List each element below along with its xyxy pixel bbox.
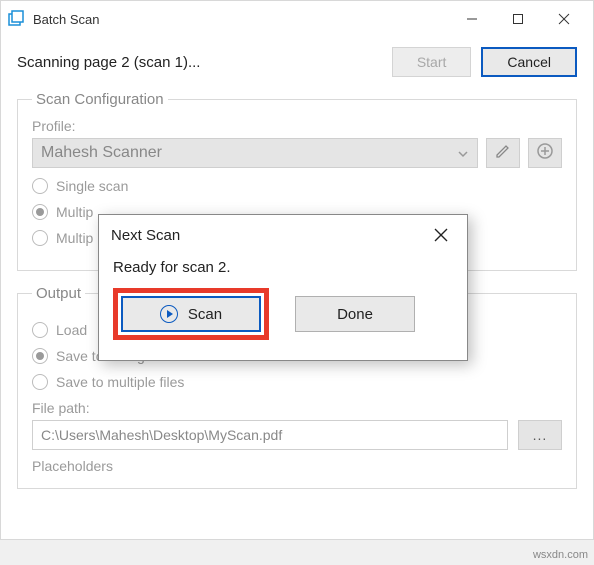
play-circle-icon — [160, 305, 178, 323]
next-scan-dialog: Next Scan Ready for scan 2. Scan Done — [98, 214, 468, 361]
filepath-input[interactable]: C:\Users\Mahesh\Desktop\MyScan.pdf — [32, 420, 508, 450]
dialog-message: Ready for scan 2. — [113, 259, 453, 276]
cancel-button[interactable]: Cancel — [481, 47, 577, 77]
add-profile-button[interactable] — [528, 138, 562, 168]
radio-icon — [32, 230, 48, 246]
profile-combo[interactable]: Mahesh Scanner — [32, 138, 478, 168]
status-text: Scanning page 2 (scan 1)... — [17, 54, 382, 71]
plus-circle-icon — [536, 142, 554, 165]
profile-label: Profile: — [32, 118, 562, 134]
highlight-frame: Scan — [113, 288, 269, 340]
done-button[interactable]: Done — [295, 296, 415, 332]
status-row: Scanning page 2 (scan 1)... Start Cancel — [17, 47, 577, 77]
radio-label: Multip — [56, 204, 93, 220]
filepath-label: File path: — [32, 400, 562, 416]
close-button[interactable] — [541, 3, 587, 35]
radio-icon — [32, 204, 48, 220]
radio-icon — [32, 322, 48, 338]
scan-button-label: Scan — [188, 306, 222, 323]
radio-icon — [32, 348, 48, 364]
dialog-body: Ready for scan 2. Scan Done — [99, 255, 467, 360]
radio-label: Multip — [56, 230, 93, 246]
dialog-title-text: Next Scan — [111, 227, 180, 244]
radio-icon — [32, 374, 48, 390]
watermark: wsxdn.com — [533, 549, 588, 561]
window-controls — [449, 3, 587, 35]
profile-value: Mahesh Scanner — [41, 144, 162, 162]
chevron-down-icon — [457, 147, 469, 165]
minimize-button[interactable] — [449, 3, 495, 35]
app-icon — [7, 10, 25, 28]
titlebar: Batch Scan — [1, 1, 593, 37]
radio-single-scan[interactable]: Single scan — [32, 178, 562, 194]
radio-icon — [32, 178, 48, 194]
start-button: Start — [392, 47, 472, 77]
dialog-close-button[interactable] — [427, 221, 455, 249]
browse-button[interactable]: ... — [518, 420, 562, 450]
scan-configuration-legend: Scan Configuration — [32, 91, 168, 108]
radio-label: Load — [56, 322, 87, 338]
done-button-label: Done — [337, 306, 373, 323]
radio-save-multiple[interactable]: Save to multiple files — [32, 374, 562, 390]
edit-profile-button[interactable] — [486, 138, 520, 168]
radio-label: Single scan — [56, 178, 128, 194]
dialog-titlebar: Next Scan — [99, 215, 467, 255]
placeholders-link[interactable]: Placeholders — [32, 458, 562, 474]
pencil-icon — [495, 143, 511, 164]
maximize-button[interactable] — [495, 3, 541, 35]
radio-label: Save to multiple files — [56, 374, 184, 390]
output-legend: Output — [32, 285, 85, 302]
scan-button[interactable]: Scan — [121, 296, 261, 332]
window-title: Batch Scan — [33, 12, 100, 27]
